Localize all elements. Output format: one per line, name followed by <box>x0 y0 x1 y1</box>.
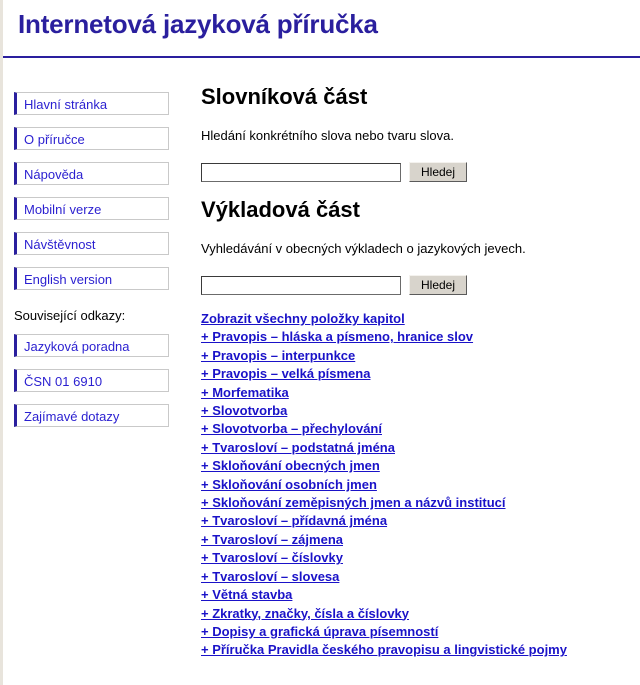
chapter-link-pravopis-hlaska-pismeno[interactable]: + Pravopis – hláska a písmeno, hranice s… <box>201 328 473 346</box>
chapter-link-prirucka-pravidla[interactable]: + Příručka Pravidla českého pravopisu a … <box>201 641 567 659</box>
sidebar-item-napoveda[interactable]: Nápověda <box>14 162 169 185</box>
chapter-link-pravopis-velka-pismena[interactable]: + Pravopis – velká písmena <box>201 365 370 383</box>
chapter-link-sklonovani-osobnich-jmen[interactable]: + Skloňování osobních jmen <box>201 476 377 494</box>
list-item: + Příručka Pravidla českého pravopisu a … <box>201 641 640 659</box>
related-links-label: Související odkazy: <box>14 308 126 323</box>
list-item: + Pravopis – velká písmena <box>201 365 640 383</box>
chapter-link-sklonovani-zemepisnych-jmen[interactable]: + Skloňování zeměpisných jmen a názvů in… <box>201 494 506 512</box>
chapter-link-tvaroslovi-slovesa[interactable]: + Tvarosloví – slovesa <box>201 568 339 586</box>
list-item: + Dopisy a grafická úprava písemností <box>201 623 640 641</box>
site-header: Internetová jazyková příručka <box>3 0 640 58</box>
explanatory-section-heading: Výkladová část <box>201 197 360 222</box>
chapter-links-list: Zobrazit všechny položky kapitol + Pravo… <box>201 310 640 660</box>
dictionary-search-input[interactable] <box>201 162 401 182</box>
chapter-link-morfematika[interactable]: + Morfematika <box>201 384 289 402</box>
list-item: + Tvarosloví – číslovky <box>201 549 640 567</box>
sidebar-item-english-version[interactable]: English version <box>14 267 169 290</box>
list-item: + Skloňování zeměpisných jmen a názvů in… <box>201 494 640 512</box>
dictionary-search-button[interactable]: Hledej <box>409 162 467 182</box>
chapter-link-tvaroslovi-cislovky[interactable]: + Tvarosloví – číslovky <box>201 549 343 567</box>
sidebar-item-csn-01-6910[interactable]: ČSN 01 6910 <box>14 369 169 392</box>
dictionary-section-description: Hledání konkrétního slova nebo tvaru slo… <box>201 128 454 143</box>
page-title: Internetová jazyková příručka <box>18 9 378 39</box>
chapter-link-pravopis-interpunkce[interactable]: + Pravopis – interpunkce <box>201 347 355 365</box>
list-item: + Tvarosloví – zájmena <box>201 531 640 549</box>
list-item: + Větná stavba <box>201 586 640 604</box>
list-item: + Slovotvorba <box>201 402 640 420</box>
sidebar-item-hlavni-stranka[interactable]: Hlavní stránka <box>14 92 169 115</box>
sidebar: Hlavní stránka O příručce Nápověda Mobil… <box>3 58 193 427</box>
chapter-link-tvaroslovi-zajmena[interactable]: + Tvarosloví – zájmena <box>201 531 343 549</box>
main-content: Slovníková část Hledání konkrétního slov… <box>201 58 640 660</box>
sidebar-item-jazykova-poradna[interactable]: Jazyková poradna <box>14 334 169 357</box>
chapter-link-zobrazit-vsechny[interactable]: Zobrazit všechny položky kapitol <box>201 310 405 328</box>
chapter-link-slovotvorba-prechylovani[interactable]: + Slovotvorba – přechylování <box>201 420 382 438</box>
list-item: + Pravopis – hláska a písmeno, hranice s… <box>201 328 640 346</box>
list-item: + Slovotvorba – přechylování <box>201 420 640 438</box>
dictionary-section-heading: Slovníková část <box>201 84 368 109</box>
explanatory-search-input[interactable] <box>201 275 401 295</box>
sidebar-item-mobilni-verze[interactable]: Mobilní verze <box>14 197 169 220</box>
list-item: + Pravopis – interpunkce <box>201 347 640 365</box>
chapter-link-slovotvorba[interactable]: + Slovotvorba <box>201 402 287 420</box>
list-item: + Tvarosloví – slovesa <box>201 568 640 586</box>
list-item: + Tvarosloví – přídavná jména <box>201 512 640 530</box>
list-item: + Morfematika <box>201 384 640 402</box>
chapter-link-dopisy-graficka-uprava[interactable]: + Dopisy a grafická úprava písemností <box>201 623 438 641</box>
list-item: + Zkratky, značky, čísla a číslovky <box>201 605 640 623</box>
sidebar-item-navstevnost[interactable]: Návštěvnost <box>14 232 169 255</box>
explanatory-search-row: Hledej <box>201 275 640 295</box>
sidebar-item-o-prirucce[interactable]: O příručce <box>14 127 169 150</box>
list-item: Zobrazit všechny položky kapitol <box>201 310 640 328</box>
list-item: + Tvarosloví – podstatná jména <box>201 439 640 457</box>
chapter-link-tvaroslovi-pridavna-jmena[interactable]: + Tvarosloví – přídavná jména <box>201 512 387 530</box>
chapter-link-sklonovani-obecnych-jmen[interactable]: + Skloňování obecných jmen <box>201 457 380 475</box>
chapter-link-tvaroslovi-podstatna-jmena[interactable]: + Tvarosloví – podstatná jména <box>201 439 395 457</box>
dictionary-search-row: Hledej <box>201 162 640 182</box>
page-root: Internetová jazyková příručka Hlavní str… <box>3 0 640 685</box>
chapter-link-vetna-stavba[interactable]: + Větná stavba <box>201 586 292 604</box>
chapter-link-zkratky-znacky-cisla[interactable]: + Zkratky, značky, čísla a číslovky <box>201 605 409 623</box>
explanatory-search-button[interactable]: Hledej <box>409 275 467 295</box>
explanatory-section-description: Vyhledávání v obecných výkladech o jazyk… <box>201 241 526 256</box>
sidebar-item-zajimave-dotazy[interactable]: Zajímavé dotazy <box>14 404 169 427</box>
list-item: + Skloňování obecných jmen <box>201 457 640 475</box>
list-item: + Skloňování osobních jmen <box>201 476 640 494</box>
